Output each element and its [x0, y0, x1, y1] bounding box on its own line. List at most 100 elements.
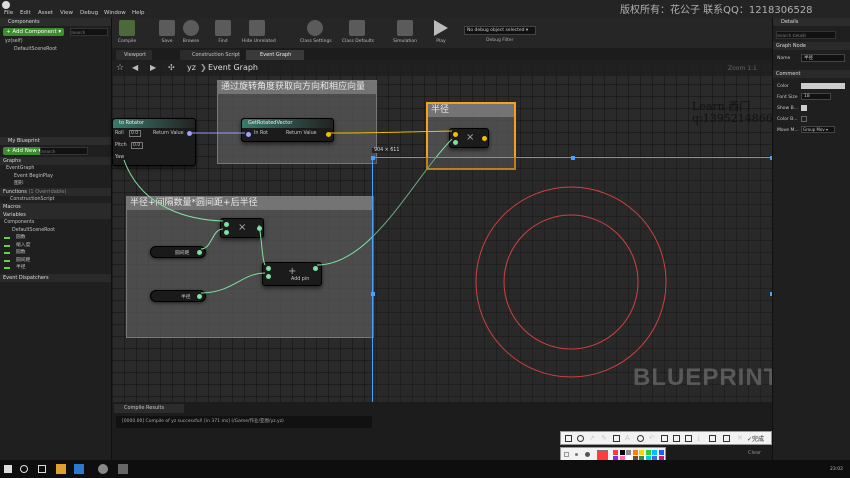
- add-new-button[interactable]: + Add New ▾: [3, 147, 45, 155]
- menu-edit[interactable]: Edit: [20, 10, 31, 16]
- windows-start-icon[interactable]: [4, 465, 12, 473]
- close-icon[interactable]: ✕: [737, 435, 744, 442]
- graph-node-section[interactable]: Graph Node: [773, 42, 850, 50]
- color-swatch[interactable]: [619, 450, 625, 455]
- screenshot-selection-region[interactable]: BLUEPRINT ✛: [371, 156, 778, 430]
- size-small-option[interactable]: [564, 452, 569, 457]
- graphs-section[interactable]: Graphs: [0, 157, 111, 165]
- undo-icon[interactable]: ↶: [649, 435, 656, 442]
- variables-section[interactable]: Variables: [0, 211, 111, 219]
- find-button[interactable]: Find: [208, 20, 238, 44]
- color-swatch[interactable]: [639, 450, 644, 455]
- text-tool-icon[interactable]: A: [625, 435, 632, 442]
- color-swatch[interactable]: [626, 450, 631, 455]
- class-defaults-button[interactable]: Class Defaults: [342, 20, 374, 44]
- translate-tool-icon[interactable]: [685, 435, 692, 442]
- find-label: Find: [218, 39, 228, 44]
- unreal-engine-icon[interactable]: [98, 464, 108, 474]
- download-icon[interactable]: ⤓: [697, 435, 704, 442]
- variable-item[interactable]: 圆数: [0, 234, 111, 242]
- clear-button[interactable]: Clear: [748, 450, 761, 456]
- play-button[interactable]: Play: [426, 20, 456, 44]
- components-group[interactable]: Components: [0, 219, 111, 227]
- color-swatch[interactable]: [632, 450, 638, 455]
- comment-section[interactable]: Comment: [773, 70, 850, 78]
- add-component-button[interactable]: + Add Component ▾: [3, 28, 65, 36]
- variable-item[interactable]: 圆数: [0, 249, 111, 257]
- resize-handle[interactable]: [371, 156, 375, 160]
- number-tool-icon[interactable]: [637, 435, 644, 442]
- windows-taskbar: 23:02: [0, 460, 850, 478]
- menu-file[interactable]: File: [4, 10, 13, 16]
- default-scene-root-var[interactable]: DefaultSceneRoot: [0, 227, 111, 235]
- begin-play-item[interactable]: Event BeginPlay: [0, 173, 111, 181]
- mosaic-tool-icon[interactable]: [613, 435, 620, 442]
- pen-tool-icon[interactable]: ✎: [601, 435, 608, 442]
- component-scene-root[interactable]: DefaultSceneRoot: [0, 46, 111, 54]
- color-swatch[interactable]: [645, 450, 651, 455]
- pin-tool-icon[interactable]: [661, 435, 668, 442]
- class-settings-button[interactable]: Class Settings: [300, 20, 332, 44]
- resize-handle[interactable]: [571, 156, 575, 160]
- task-view-icon[interactable]: [38, 465, 46, 473]
- tab-construction-script[interactable]: Construction Script: [180, 50, 240, 60]
- compile-log-line: [0000.00] Compile of yz successful! [in …: [116, 416, 372, 428]
- components-tab[interactable]: Components: [0, 18, 111, 26]
- play-icon: [434, 20, 448, 36]
- event-dispatchers-section[interactable]: Event Dispatchers: [0, 273, 111, 282]
- menu-view[interactable]: View: [60, 10, 73, 16]
- debug-object-select[interactable]: No debug object selected ▾: [464, 26, 536, 35]
- save-icon[interactable]: [709, 435, 716, 442]
- hide-unrelated-button[interactable]: Hide Unrelated: [242, 20, 276, 44]
- component-root[interactable]: yz(self): [0, 38, 111, 46]
- menu-window[interactable]: Window: [104, 10, 126, 16]
- name-field[interactable]: 半径: [801, 54, 845, 62]
- event-graph-item[interactable]: EventGraph: [0, 165, 111, 173]
- tab-event-graph[interactable]: Event Graph: [246, 50, 304, 60]
- blueprint-search-input[interactable]: [40, 147, 88, 155]
- color-swatch[interactable]: [613, 450, 618, 455]
- my-blueprint-tab[interactable]: My Blueprint: [0, 137, 111, 145]
- move-mode-select[interactable]: Group Mov ▾: [801, 126, 835, 133]
- menu-help[interactable]: Help: [132, 10, 145, 16]
- size-medium-option[interactable]: [575, 453, 578, 456]
- show-bubble-checkbox[interactable]: [801, 105, 807, 111]
- components-search-input[interactable]: [70, 28, 108, 36]
- details-search-input[interactable]: [776, 31, 836, 39]
- font-size-field[interactable]: 18: [801, 93, 831, 100]
- variable-item[interactable]: 圆间距: [0, 257, 111, 265]
- color-swatch[interactable]: [658, 450, 664, 455]
- size-large-option[interactable]: [585, 452, 590, 457]
- functions-section[interactable]: Functions (1 Overridable): [0, 187, 111, 196]
- browse-button[interactable]: Browse: [176, 20, 206, 44]
- simulation-button[interactable]: Simulation: [390, 20, 420, 44]
- arrow-tool-icon[interactable]: ↗: [589, 435, 596, 442]
- details-tab[interactable]: Details: [773, 18, 850, 26]
- menu-asset[interactable]: Asset: [38, 10, 53, 16]
- class-defaults-icon: [349, 20, 365, 36]
- rectangle-tool-icon[interactable]: [565, 435, 572, 442]
- comment-color-picker[interactable]: [801, 83, 845, 89]
- browser-icon[interactable]: [74, 464, 84, 474]
- file-explorer-icon[interactable]: [56, 464, 66, 474]
- color-bubble-checkbox[interactable]: [801, 116, 807, 122]
- tab-viewport[interactable]: Viewport: [116, 50, 152, 60]
- menu-debug[interactable]: Debug: [80, 10, 98, 16]
- app-logo[interactable]: [2, 1, 10, 9]
- construction-script-item[interactable]: ConstructionScript: [0, 196, 111, 204]
- done-button[interactable]: ✓完成: [747, 434, 764, 443]
- compile-icon: [119, 20, 135, 36]
- variable-item[interactable]: 半径: [0, 264, 111, 272]
- ocr-tool-icon[interactable]: [673, 435, 680, 442]
- compile-button[interactable]: Compile: [112, 20, 142, 44]
- tick-item[interactable]: 图形: [0, 180, 111, 188]
- bookmark-icon[interactable]: [723, 435, 730, 442]
- macros-section[interactable]: Macros: [0, 203, 111, 211]
- variable-item[interactable]: 缩入度: [0, 242, 111, 250]
- compile-results-tab[interactable]: Compile Results: [114, 404, 184, 413]
- resize-handle[interactable]: [371, 292, 375, 296]
- search-icon[interactable]: [20, 465, 28, 473]
- app-icon[interactable]: [118, 464, 128, 474]
- color-swatch[interactable]: [652, 450, 657, 455]
- ellipse-tool-icon[interactable]: [577, 435, 584, 442]
